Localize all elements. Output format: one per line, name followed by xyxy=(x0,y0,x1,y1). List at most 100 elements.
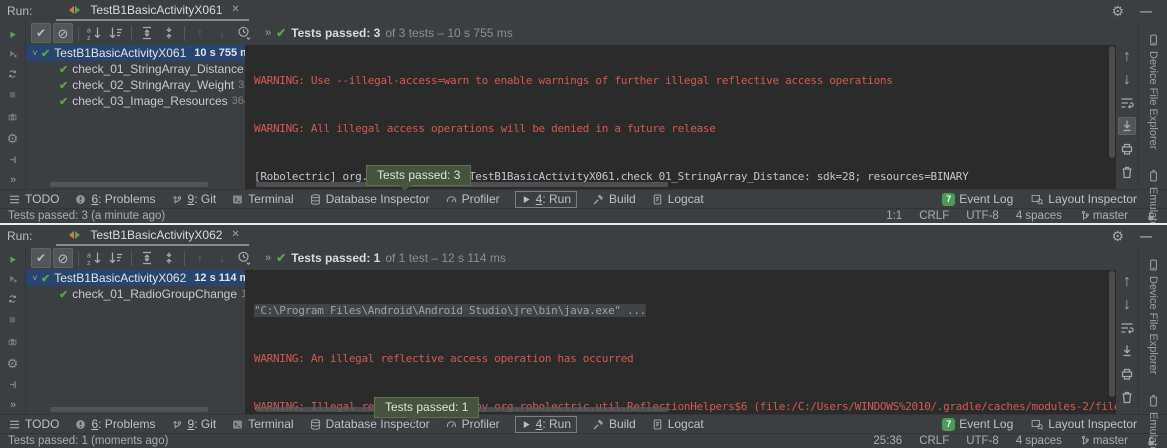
sort-by-duration-button[interactable] xyxy=(106,23,126,43)
down-arrow-icon[interactable]: ↓ xyxy=(1118,71,1136,89)
print-button[interactable] xyxy=(1118,365,1136,383)
soft-wrap-button[interactable] xyxy=(1118,319,1136,337)
toolwindow-profiler[interactable]: Profiler xyxy=(445,417,500,431)
sidebar-item-emulator[interactable]: Emulator xyxy=(1147,394,1160,448)
toolwindow-problems[interactable]: 6: Problems xyxy=(74,192,155,206)
tree-horizontal-scrollbar[interactable] xyxy=(50,182,208,187)
file-encoding[interactable]: UTF-8 xyxy=(966,210,999,222)
toolwindow-terminal[interactable]: Terminal xyxy=(231,417,293,431)
collapse-all-button[interactable] xyxy=(159,248,179,268)
toolwindow-build[interactable]: Build xyxy=(592,417,636,431)
line-separator[interactable]: CRLF xyxy=(919,210,949,222)
down-arrow-icon[interactable]: ↓ xyxy=(1118,296,1136,314)
toolwindow-run[interactable]: 4: Run xyxy=(515,416,577,433)
scroll-to-end-button[interactable] xyxy=(1118,342,1136,360)
gear-icon[interactable]: ⚙ xyxy=(1111,229,1124,243)
tab-testb1basicactivityx061[interactable]: TestB1BasicActivityX061 ✕ xyxy=(56,0,248,21)
test-tree-row[interactable]: ✔ check_02_StringArray_Weight 327 ms xyxy=(26,77,245,93)
sort-alphabetically-button[interactable]: az xyxy=(84,23,104,43)
scroll-to-end-button[interactable] xyxy=(1118,117,1136,135)
test-tree-row[interactable]: ✔ check_03_Image_Resources 364 ms xyxy=(26,93,245,109)
console-vertical-scrollbar[interactable] xyxy=(1109,46,1115,158)
minimize-icon[interactable]: — xyxy=(1140,229,1152,243)
toggle-auto-test-button[interactable] xyxy=(5,294,20,304)
show-ignored-toggle[interactable]: ⊘ xyxy=(53,23,73,43)
test-settings-gear-icon[interactable]: ⚙ xyxy=(7,357,19,370)
camera-icon[interactable] xyxy=(5,337,20,347)
close-icon[interactable]: ✕ xyxy=(231,229,239,240)
previous-occurrence-button[interactable]: ↑ xyxy=(190,248,210,268)
clear-all-button[interactable] xyxy=(1118,163,1136,181)
run-console[interactable]: "C:\Program Files\Android\Android Studio… xyxy=(245,270,1116,414)
chevron-down-icon[interactable]: ˅ xyxy=(29,48,41,58)
up-arrow-icon[interactable]: ↑ xyxy=(1118,48,1136,66)
toolwindow-todo[interactable]: TODO xyxy=(8,192,59,206)
exit-arrow-icon[interactable] xyxy=(6,155,20,164)
caret-position[interactable]: 25:36 xyxy=(873,435,902,447)
toolwindow-logcat[interactable]: Logcat xyxy=(651,417,704,431)
show-passed-toggle[interactable]: ✔ xyxy=(31,248,51,268)
toolwindow-build[interactable]: Build xyxy=(592,192,636,206)
chevron-down-icon[interactable]: ˅ xyxy=(29,273,41,283)
test-tree-row[interactable]: ✔ check_01_RadioGroupChange 12 s 114 ms xyxy=(26,286,245,302)
show-ignored-toggle[interactable]: ⊘ xyxy=(53,248,73,268)
stop-button[interactable]: ■ xyxy=(9,89,16,102)
tab-testb1basicactivityx062[interactable]: TestB1BasicActivityX062 ✕ xyxy=(56,225,248,246)
toolwindow-run[interactable]: 4: Run xyxy=(515,191,577,208)
exit-arrow-icon[interactable] xyxy=(6,380,20,389)
toolwindow-terminal[interactable]: Terminal xyxy=(231,192,293,206)
more-chevron-icon[interactable]: » xyxy=(265,27,270,39)
toolwindow-logcat[interactable]: Logcat xyxy=(651,192,704,206)
tree-horizontal-scrollbar[interactable] xyxy=(50,407,208,412)
git-branch-widget[interactable]: master xyxy=(1079,435,1128,447)
rerun-failed-tests-button[interactable] xyxy=(6,274,20,283)
test-tree-row[interactable]: ✔ check_01_StringArray_Distance 10 s 64 … xyxy=(26,61,245,77)
rerun-failed-tests-button[interactable] xyxy=(6,49,20,58)
line-separator[interactable]: CRLF xyxy=(919,435,949,447)
camera-icon[interactable] xyxy=(5,112,20,122)
sidebar-item-device-file-explorer[interactable]: Device File Explorer xyxy=(1147,33,1160,149)
layout-inspector-button[interactable]: Layout Inspector xyxy=(1030,192,1137,206)
rerun-button[interactable] xyxy=(6,30,20,39)
layout-inspector-button[interactable]: Layout Inspector xyxy=(1030,417,1137,431)
toggle-auto-test-button[interactable] xyxy=(5,69,20,79)
next-occurrence-button[interactable]: ↓ xyxy=(212,248,232,268)
sidebar-item-device-file-explorer[interactable]: Device File Explorer xyxy=(1147,258,1160,374)
more-chevron-icon[interactable]: » xyxy=(10,174,15,186)
toolwindow-problems[interactable]: 6: Problems xyxy=(74,417,155,431)
more-chevron-icon[interactable]: » xyxy=(10,399,15,411)
test-history-button[interactable] xyxy=(234,23,254,43)
soft-wrap-button[interactable] xyxy=(1118,94,1136,112)
expand-all-button[interactable] xyxy=(137,23,157,43)
close-icon[interactable]: ✕ xyxy=(231,4,239,15)
gear-icon[interactable]: ⚙ xyxy=(1111,4,1124,18)
indent-setting[interactable]: 4 spaces xyxy=(1016,435,1062,447)
toolwindow-git[interactable]: 9: Git xyxy=(171,192,217,206)
git-branch-widget[interactable]: master xyxy=(1079,210,1128,222)
up-arrow-icon[interactable]: ↑ xyxy=(1118,273,1136,291)
test-history-button[interactable] xyxy=(234,248,254,268)
event-log-button[interactable]: 7Event Log xyxy=(942,192,1013,206)
test-tree-root-row[interactable]: ˅ ✔ TestB1BasicActivityX062 (org.aplas.t… xyxy=(26,270,245,286)
stop-button[interactable]: ■ xyxy=(9,314,16,327)
toolwindow-git[interactable]: 9: Git xyxy=(171,417,217,431)
sidebar-item-emulator[interactable]: Emulator xyxy=(1147,169,1160,223)
toolwindow-profiler[interactable]: Profiler xyxy=(445,192,500,206)
indent-setting[interactable]: 4 spaces xyxy=(1016,210,1062,222)
toolwindow-todo[interactable]: TODO xyxy=(8,417,59,431)
file-encoding[interactable]: UTF-8 xyxy=(966,435,999,447)
event-log-button[interactable]: 7Event Log xyxy=(942,417,1013,431)
minimize-icon[interactable]: — xyxy=(1140,4,1152,18)
previous-occurrence-button[interactable]: ↑ xyxy=(190,23,210,43)
caret-position[interactable]: 1:1 xyxy=(886,210,902,222)
console-vertical-scrollbar[interactable] xyxy=(1109,271,1115,397)
more-chevron-icon[interactable]: » xyxy=(265,252,270,264)
collapse-all-button[interactable] xyxy=(159,23,179,43)
toolwindow-database-inspector[interactable]: Database Inspector xyxy=(309,192,430,206)
rerun-button[interactable] xyxy=(6,255,20,264)
clear-all-button[interactable] xyxy=(1118,388,1136,406)
print-button[interactable] xyxy=(1118,140,1136,158)
next-occurrence-button[interactable]: ↓ xyxy=(212,23,232,43)
test-tree-root-row[interactable]: ˅ ✔ TestB1BasicActivityX061 (org.aplas.t… xyxy=(26,45,245,61)
expand-all-button[interactable] xyxy=(137,248,157,268)
